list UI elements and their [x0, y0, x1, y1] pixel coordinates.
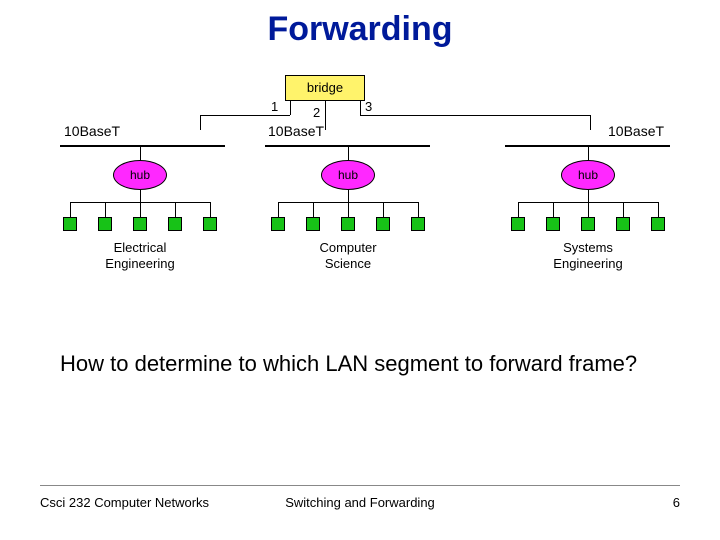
seg-b-node-5 [411, 217, 425, 231]
question-text: How to determine to which LAN segment to… [60, 350, 660, 379]
seg-b-hub: hub [321, 160, 375, 190]
seg-c-node-4 [616, 217, 630, 231]
port-line-3 [360, 101, 361, 115]
seg-b-node-2 [306, 217, 320, 231]
seg-a-hd [140, 190, 141, 202]
seg-c-hd [588, 190, 589, 202]
seg-b-hub-drop [348, 145, 349, 160]
port-line-1h [200, 115, 290, 116]
seg-b-node-1 [271, 217, 285, 231]
seg-c-label: 10BaseT [608, 123, 664, 139]
seg-c-hub: hub [561, 160, 615, 190]
seg-a-node-2 [98, 217, 112, 231]
seg-c-n5d [658, 202, 659, 217]
seg-b-n3d [348, 202, 349, 217]
seg-a-node-5 [203, 217, 217, 231]
seg-b-n4d [383, 202, 384, 217]
seg-b-node-4 [376, 217, 390, 231]
bridge-box: bridge [285, 75, 365, 101]
port-num-3: 3 [365, 99, 372, 114]
seg-b-n5d [418, 202, 419, 217]
seg-b-label: 10BaseT [268, 123, 324, 139]
seg-b-n2d [313, 202, 314, 217]
seg-b-dept: Computer Science [268, 240, 428, 271]
seg-c-node-2 [546, 217, 560, 231]
seg-a-n5d [210, 202, 211, 217]
seg-a-node-1 [63, 217, 77, 231]
seg-a-hub-drop [140, 145, 141, 160]
seg-a-hub: hub [113, 160, 167, 190]
seg-a-line [60, 145, 225, 147]
seg-a-n2d [105, 202, 106, 217]
port-num-1: 1 [271, 99, 278, 114]
seg-c-n1d [518, 202, 519, 217]
seg-c-dept: Systems Engineering [508, 240, 668, 271]
seg-b-n1d [278, 202, 279, 217]
seg-c-n2d [553, 202, 554, 217]
seg-a-dept: Electrical Engineering [60, 240, 220, 271]
footer-center: Switching and Forwarding [0, 495, 720, 510]
seg-a-n4d [175, 202, 176, 217]
seg-b-hd [348, 190, 349, 202]
port-line-3d [590, 115, 591, 130]
seg-c-hub-drop [588, 145, 589, 160]
seg-b-node-3 [341, 217, 355, 231]
port-num-2: 2 [313, 105, 320, 120]
seg-c-n3d [588, 202, 589, 217]
seg-c-node-5 [651, 217, 665, 231]
seg-a-node-3 [133, 217, 147, 231]
slide-title: Forwarding [0, 10, 720, 49]
port-line-1 [290, 101, 291, 115]
port-line-1d [200, 115, 201, 130]
port-line-2 [325, 101, 326, 130]
seg-c-node-1 [511, 217, 525, 231]
footer-divider [40, 485, 680, 486]
network-diagram: bridge 1 2 3 10BaseT hub Electrical Engi… [40, 75, 680, 305]
seg-a-n1d [70, 202, 71, 217]
seg-a-n3d [140, 202, 141, 217]
seg-a-label: 10BaseT [64, 123, 120, 139]
seg-c-node-3 [581, 217, 595, 231]
seg-c-n4d [623, 202, 624, 217]
port-line-3h [360, 115, 590, 116]
seg-a-node-4 [168, 217, 182, 231]
footer-right: 6 [673, 495, 680, 510]
